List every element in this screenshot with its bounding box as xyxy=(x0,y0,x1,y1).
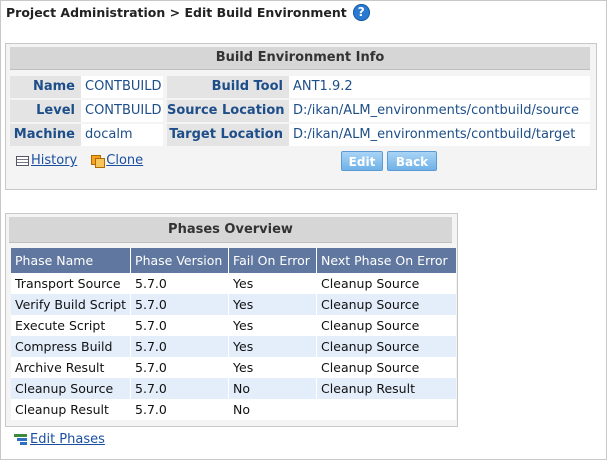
fail-on-error-cell: No xyxy=(228,399,317,420)
clone-link[interactable]: Clone xyxy=(91,153,143,168)
level-value: CONTBUILD xyxy=(81,100,163,122)
edit-button[interactable]: Edit xyxy=(341,151,383,171)
info-row-name: Name CONTBUILD Build Tool ANT1.9.2 xyxy=(10,76,590,98)
clone-icon xyxy=(91,154,106,168)
column-header-phase-version[interactable]: Phase Version xyxy=(130,248,229,273)
source-location-label: Source Location xyxy=(167,100,289,122)
info-row-machine: Machine docalm Target Location D:/ikan/A… xyxy=(10,124,590,146)
source-location-value: D:/ikan/ALM_environments/contbuild/sourc… xyxy=(289,100,590,122)
page-title-bar: Project Administration > Edit Build Envi… xyxy=(6,3,370,21)
next-phase-cell: Cleanup Result xyxy=(316,378,457,399)
fail-on-error-cell: Yes xyxy=(228,273,317,294)
phases-panel-header: Phases Overview xyxy=(9,217,452,243)
phase-version-cell: 5.7.0 xyxy=(130,336,229,357)
next-phase-cell: Cleanup Source xyxy=(316,357,457,378)
fail-on-error-cell: No xyxy=(228,378,317,399)
column-header-fail-on-error[interactable]: Fail On Error xyxy=(228,248,317,273)
table-row[interactable]: Archive Result 5.7.0 Yes Cleanup Source xyxy=(11,357,457,378)
table-row[interactable]: Execute Script 5.7.0 Yes Cleanup Source xyxy=(11,315,457,336)
edit-phases-label: Edit Phases xyxy=(30,432,105,447)
fail-on-error-cell: Yes xyxy=(228,336,317,357)
phase-name-cell: Compress Build xyxy=(11,336,131,357)
phase-version-cell: 5.7.0 xyxy=(130,273,229,294)
table-row[interactable]: Compress Build 5.7.0 Yes Cleanup Source xyxy=(11,336,457,357)
phases-table-header-row: Phase Name Phase Version Fail On Error N… xyxy=(11,248,457,273)
build-tool-value: ANT1.9.2 xyxy=(289,76,590,98)
next-phase-cell: Cleanup Source xyxy=(316,294,457,315)
phase-name-cell: Cleanup Result xyxy=(11,399,131,420)
machine-value: docalm xyxy=(81,124,163,146)
next-phase-cell: Cleanup Source xyxy=(316,273,457,294)
machine-label: Machine xyxy=(10,124,81,146)
fail-on-error-cell: Yes xyxy=(228,357,317,378)
name-label: Name xyxy=(10,76,81,98)
info-links: History Clone xyxy=(16,153,143,168)
history-icon xyxy=(16,155,29,166)
phase-name-cell: Transport Source xyxy=(11,273,131,294)
next-phase-cell: Cleanup Source xyxy=(316,336,457,357)
back-button[interactable]: Back xyxy=(387,151,437,171)
phase-version-cell: 5.7.0 xyxy=(130,315,229,336)
table-row[interactable]: Cleanup Source 5.7.0 No Cleanup Result xyxy=(11,378,457,399)
phases-table: Phase Name Phase Version Fail On Error N… xyxy=(11,248,457,420)
table-row[interactable]: Cleanup Result 5.7.0 No xyxy=(11,399,457,420)
phase-version-cell: 5.7.0 xyxy=(130,378,229,399)
phase-name-cell: Execute Script xyxy=(11,315,131,336)
table-row[interactable]: Verify Build Script 5.7.0 Yes Cleanup So… xyxy=(11,294,457,315)
level-label: Level xyxy=(10,100,81,122)
build-environment-info-panel: Build Environment Info Name CONTBUILD Bu… xyxy=(5,43,597,190)
fail-on-error-cell: Yes xyxy=(228,294,317,315)
edit-phases-icon xyxy=(14,434,27,445)
phases-overview-panel: Phases Overview Phase Name Phase Version… xyxy=(5,213,458,427)
info-row-level: Level CONTBUILD Source Location D:/ikan/… xyxy=(10,100,590,122)
phase-name-cell: Cleanup Source xyxy=(11,378,131,399)
phase-version-cell: 5.7.0 xyxy=(130,399,229,420)
column-header-next-phase-on-error[interactable]: Next Phase On Error xyxy=(316,248,457,273)
info-panel-header: Build Environment Info xyxy=(10,47,590,70)
target-location-value: D:/ikan/ALM_environments/contbuild/targe… xyxy=(289,124,590,146)
fail-on-error-cell: Yes xyxy=(228,315,317,336)
build-tool-label: Build Tool xyxy=(167,76,289,98)
phase-version-cell: 5.7.0 xyxy=(130,357,229,378)
phase-version-cell: 5.7.0 xyxy=(130,294,229,315)
edit-phases-link[interactable]: Edit Phases xyxy=(14,432,105,447)
target-location-label: Target Location xyxy=(167,124,289,146)
clone-link-label: Clone xyxy=(106,153,144,168)
help-icon[interactable]: ? xyxy=(352,3,370,21)
page-title: Project Administration > Edit Build Envi… xyxy=(6,4,347,20)
phase-name-cell: Archive Result xyxy=(11,357,131,378)
next-phase-cell: Cleanup Source xyxy=(316,315,457,336)
name-value: CONTBUILD xyxy=(81,76,163,98)
history-link[interactable]: History xyxy=(16,153,77,168)
next-phase-cell xyxy=(316,399,457,420)
table-row[interactable]: Transport Source 5.7.0 Yes Cleanup Sourc… xyxy=(11,273,457,294)
history-link-label: History xyxy=(31,153,78,168)
phase-name-cell: Verify Build Script xyxy=(11,294,131,315)
column-header-phase-name[interactable]: Phase Name xyxy=(11,248,131,273)
